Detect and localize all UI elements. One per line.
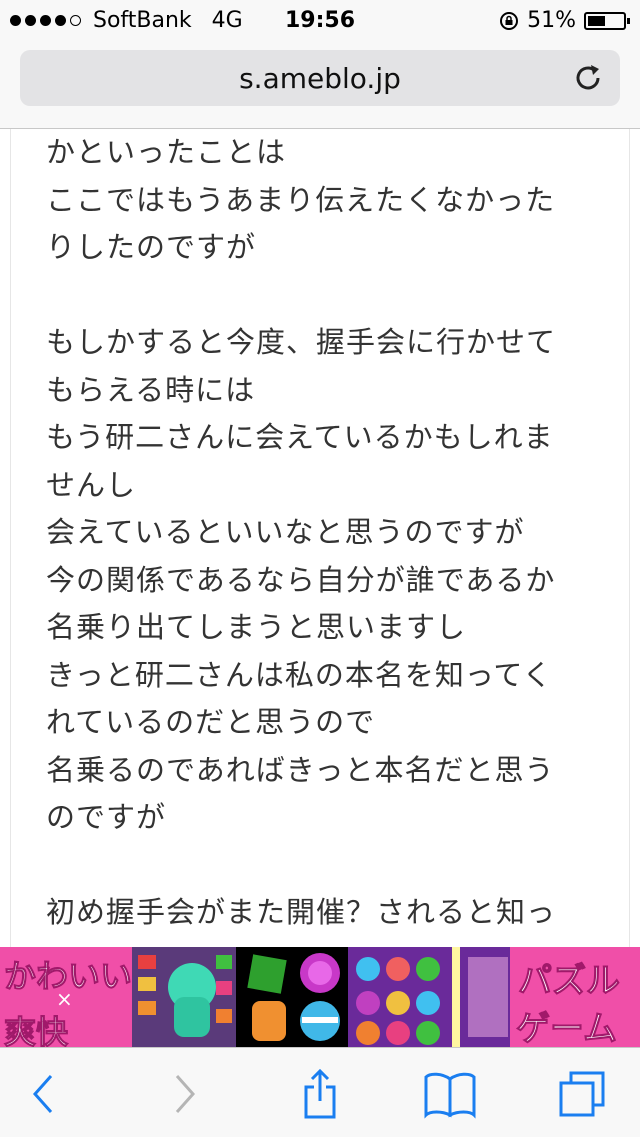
ad-right-line2: ゲーム xyxy=(516,1009,618,1048)
rotation-lock-icon xyxy=(500,11,519,30)
article-line: もしかすると今度、握手会に行かせて xyxy=(46,325,557,359)
article-line: 名乗り出てしまうと思いますし xyxy=(46,610,467,644)
article-line: 初め握手会がまた開催？されると知っ xyxy=(46,895,557,929)
url-text[interactable]: s.ameblo.jp xyxy=(20,62,620,95)
battery-icon xyxy=(584,11,630,30)
article-content[interactable]: かといったことはここではもうあまり伝えたくなかった りしたのですがもしかすると今度… xyxy=(10,129,630,947)
forward-button[interactable] xyxy=(154,1066,214,1122)
address-bar[interactable]: s.ameblo.jp xyxy=(20,50,620,106)
reload-icon[interactable] xyxy=(572,62,604,94)
back-icon xyxy=(32,1075,53,1113)
article-line: のですが xyxy=(46,800,167,834)
candy-graphic xyxy=(348,947,512,1047)
ad-right-panel: パズル ゲーム xyxy=(510,947,640,1047)
tabs-icon xyxy=(559,1071,605,1117)
article-line: 今の関係であるなら自分が誰であるか xyxy=(46,562,556,597)
browser-toolbar xyxy=(0,1047,640,1137)
ad-right-line1: パズル xyxy=(518,961,621,1002)
article-line: かといったことは xyxy=(46,135,287,169)
article-line: ここではもうあまり伝えたくなかった xyxy=(46,182,556,217)
ad-banner[interactable]: かわいい × 爽快 パズル ゲーム xyxy=(0,947,640,1047)
browser-header: s.ameblo.jp xyxy=(0,40,640,129)
article-line: せんし xyxy=(46,467,137,502)
tabs-button[interactable] xyxy=(552,1066,612,1122)
ad-left-line2: 爽快 xyxy=(3,1013,69,1048)
bookmarks-icon xyxy=(424,1072,476,1119)
forward-icon xyxy=(175,1075,196,1113)
candy-graphic xyxy=(132,947,236,1047)
share-icon xyxy=(304,1068,336,1119)
back-button[interactable] xyxy=(14,1066,74,1122)
article-text: かといったことはここではもうあまり伝えたくなかった りしたのですがもしかすると今度… xyxy=(46,129,606,937)
article-line: りしたのですが xyxy=(46,230,257,264)
battery-percent: 51% xyxy=(527,8,576,33)
share-button[interactable] xyxy=(290,1066,350,1122)
article-line xyxy=(46,842,606,890)
status-bar: SoftBank 4G 19:56 51% xyxy=(0,0,640,40)
article-line: 名乗るのであればきっと本名だと思う xyxy=(46,752,555,787)
article-line xyxy=(46,272,606,320)
bookmarks-button[interactable] xyxy=(420,1066,480,1122)
article-line: もらえる時には xyxy=(46,372,256,407)
ad-left-panel: かわいい × 爽快 xyxy=(0,947,133,1048)
article-line: れているのだと思うので xyxy=(46,705,376,739)
candy-graphic xyxy=(236,947,348,1047)
article-line: きっと研二さんは私の本名を知ってく xyxy=(46,657,553,692)
article-line: もう研二さんに会えているかもしれま xyxy=(46,420,554,454)
article-line: 会えているといいなと思うのですが xyxy=(46,515,525,549)
